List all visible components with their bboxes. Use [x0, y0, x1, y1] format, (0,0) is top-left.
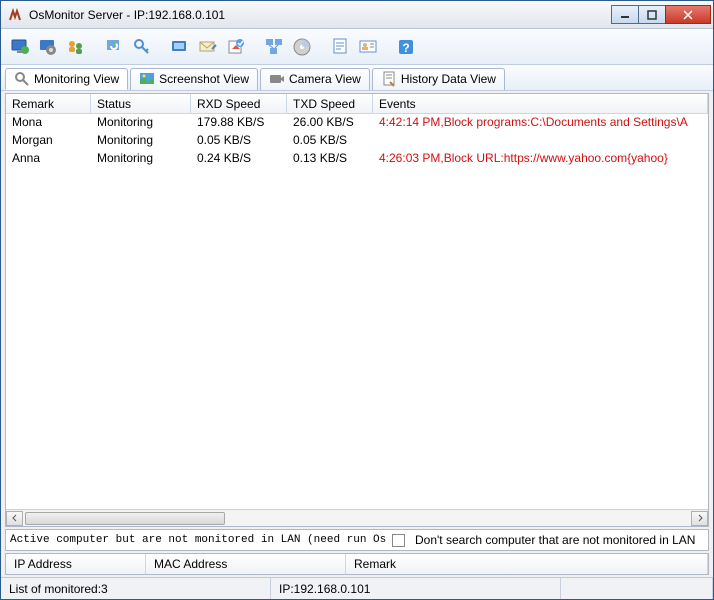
cell-txd: 26.00 KB/S — [287, 114, 373, 132]
col-events[interactable]: Events — [373, 94, 708, 113]
tab-camera-view[interactable]: Camera View — [260, 68, 370, 90]
status-bar: List of monitored:3 IP:192.168.0.101 — [1, 577, 713, 599]
document-icon — [381, 71, 397, 87]
col-remark2[interactable]: Remark — [346, 554, 708, 574]
unmonitored-columns: IP Address MAC Address Remark — [5, 553, 709, 575]
tab-label: Camera View — [289, 72, 361, 86]
cell-status: Monitoring — [91, 150, 191, 168]
status-count: List of monitored:3 — [1, 578, 271, 599]
main-table: Remark Status RXD Speed TXD Speed Events… — [5, 93, 709, 527]
window-title: OsMonitor Server - IP:192.168.0.101 — [29, 8, 612, 22]
cell-txd: 0.05 KB/S — [287, 132, 373, 150]
report-icon[interactable] — [327, 34, 353, 60]
cell-rxd: 0.05 KB/S — [191, 132, 287, 150]
table-row[interactable]: MonaMonitoring179.88 KB/S26.00 KB/S4:42:… — [6, 114, 708, 132]
col-txd-speed[interactable]: TXD Speed — [287, 94, 373, 113]
unmonitored-label: Active computer but are not monitored in… — [6, 532, 386, 548]
magnifier-icon — [14, 71, 30, 87]
table-body: MonaMonitoring179.88 KB/S26.00 KB/S4:42:… — [6, 114, 708, 509]
horizontal-scrollbar[interactable] — [6, 509, 708, 526]
status-ip: IP:192.168.0.101 — [271, 578, 561, 599]
user-card-icon[interactable] — [355, 34, 381, 60]
cell-events — [373, 132, 708, 150]
mail-icon[interactable] — [195, 34, 221, 60]
scroll-track[interactable] — [23, 511, 691, 526]
cell-events: 4:42:14 PM,Block programs:C:\Documents a… — [373, 114, 708, 132]
svg-text:?: ? — [402, 41, 409, 55]
col-mac-address[interactable]: MAC Address — [146, 554, 346, 574]
cell-status: Monitoring — [91, 114, 191, 132]
monitor-icon[interactable] — [7, 34, 33, 60]
picture-icon — [139, 71, 155, 87]
dont-search-label: Don't search computer that are not monit… — [411, 531, 708, 549]
titlebar: OsMonitor Server - IP:192.168.0.101 — [1, 1, 713, 29]
col-status[interactable]: Status — [91, 94, 191, 113]
close-button[interactable] — [665, 5, 711, 24]
cell-remark: Mona — [6, 114, 91, 132]
status-empty — [561, 578, 713, 599]
scroll-left-icon[interactable] — [6, 511, 23, 526]
view-tabs: Monitoring View Screenshot View Camera V… — [1, 65, 713, 91]
cell-status: Monitoring — [91, 132, 191, 150]
cell-remark: Anna — [6, 150, 91, 168]
tab-history-data-view[interactable]: History Data View — [372, 68, 505, 90]
refresh-icon[interactable] — [101, 34, 127, 60]
cell-txd: 0.13 KB/S — [287, 150, 373, 168]
home-icon[interactable] — [223, 34, 249, 60]
disc-icon[interactable] — [289, 34, 315, 60]
cell-rxd: 179.88 KB/S — [191, 114, 287, 132]
key-icon[interactable] — [129, 34, 155, 60]
cell-rxd: 0.24 KB/S — [191, 150, 287, 168]
toolbar: ? — [1, 29, 713, 65]
dont-search-checkbox[interactable] — [392, 534, 405, 547]
cell-remark: Morgan — [6, 132, 91, 150]
unmonitored-bar: Active computer but are not monitored in… — [5, 529, 709, 551]
maximize-button[interactable] — [638, 5, 666, 24]
app-window: OsMonitor Server - IP:192.168.0.101 ? Mo… — [0, 0, 714, 600]
tab-screenshot-view[interactable]: Screenshot View — [130, 68, 258, 90]
app-icon — [7, 7, 23, 23]
scroll-right-icon[interactable] — [691, 511, 708, 526]
tab-label: Screenshot View — [159, 72, 249, 86]
help-icon[interactable]: ? — [393, 34, 419, 60]
tab-label: History Data View — [401, 72, 496, 86]
table-row[interactable]: MorganMonitoring0.05 KB/S0.05 KB/S — [6, 132, 708, 150]
network-icon[interactable] — [261, 34, 287, 60]
camera-icon — [269, 71, 285, 87]
window-controls — [612, 5, 711, 24]
users-icon[interactable] — [63, 34, 89, 60]
table-row[interactable]: AnnaMonitoring0.24 KB/S0.13 KB/S4:26:03 … — [6, 150, 708, 168]
tab-label: Monitoring View — [34, 72, 119, 86]
minimize-button[interactable] — [611, 5, 639, 24]
tab-monitoring-view[interactable]: Monitoring View — [5, 68, 128, 90]
col-rxd-speed[interactable]: RXD Speed — [191, 94, 287, 113]
screenshot-icon[interactable] — [167, 34, 193, 60]
col-remark[interactable]: Remark — [6, 94, 91, 113]
scroll-thumb[interactable] — [25, 512, 225, 525]
cell-events: 4:26:03 PM,Block URL:https://www.yahoo.c… — [373, 150, 708, 168]
col-ip-address[interactable]: IP Address — [6, 554, 146, 574]
settings-icon[interactable] — [35, 34, 61, 60]
table-header: Remark Status RXD Speed TXD Speed Events — [6, 94, 708, 114]
